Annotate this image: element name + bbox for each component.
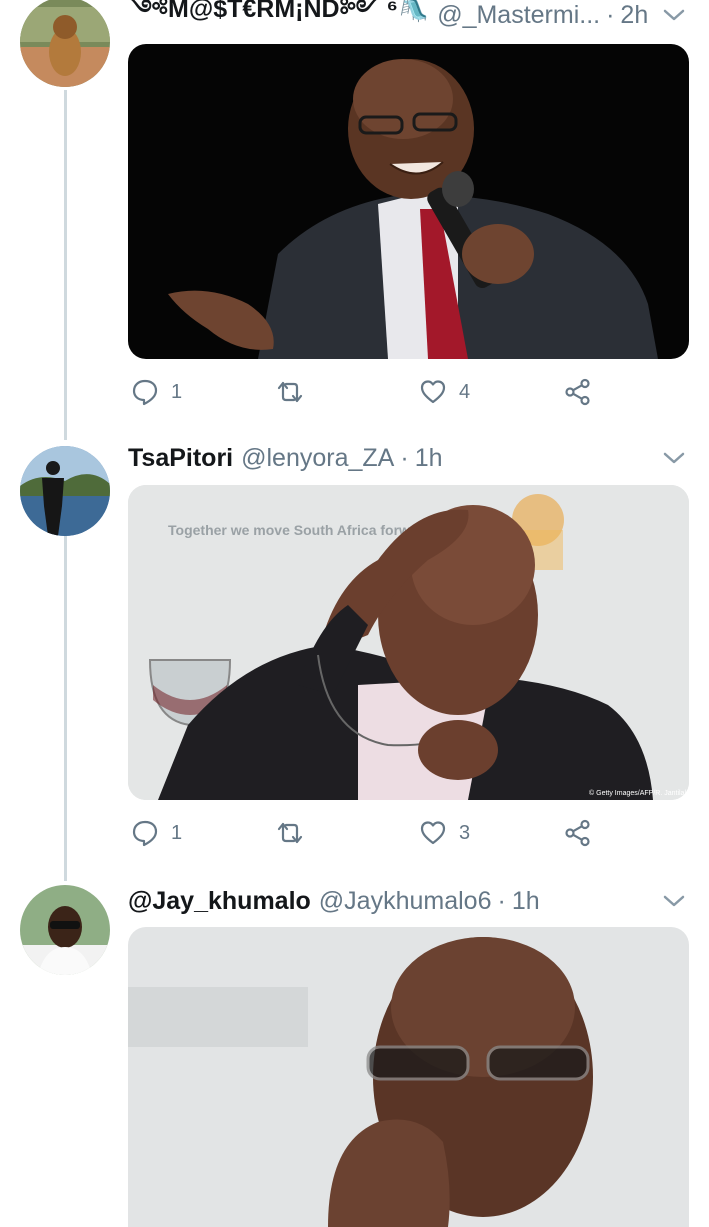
handle[interactable]: @lenyora_ZA bbox=[241, 444, 394, 473]
reply-icon[interactable] bbox=[131, 378, 159, 406]
avatar[interactable] bbox=[20, 0, 110, 87]
tweet[interactable]: ༺M@$T€RM¡ND༻ ⁶🛝 @_Mastermi... · 2h 1 4 bbox=[0, 0, 709, 430]
display-name[interactable]: TsaPitori bbox=[128, 444, 233, 473]
reply-action[interactable]: 1 bbox=[131, 372, 182, 412]
reply-action[interactable]: 1 bbox=[131, 813, 182, 853]
chevron-down-icon[interactable] bbox=[661, 445, 687, 471]
like-count: 4 bbox=[459, 380, 471, 403]
share-action[interactable] bbox=[564, 372, 592, 412]
share-action[interactable] bbox=[564, 813, 592, 853]
like-icon[interactable] bbox=[419, 819, 447, 847]
retweet-action[interactable] bbox=[274, 813, 306, 853]
timestamp[interactable]: 2h bbox=[620, 1, 648, 30]
tweet[interactable]: TsaPitori @lenyora_ZA · 1h Together we m… bbox=[0, 440, 709, 870]
tweet-header: @Jay_khumalo @Jaykhumalo6 · 1h bbox=[128, 883, 689, 919]
like-count: 3 bbox=[459, 821, 471, 844]
avatar[interactable] bbox=[20, 446, 110, 536]
reply-count: 1 bbox=[171, 821, 183, 844]
tweet-header: ༺M@$T€RM¡ND༻ ⁶🛝 @_Mastermi... · 2h bbox=[128, 0, 689, 33]
tweet-actions: 1 3 bbox=[128, 813, 598, 853]
tweet-actions: 1 4 bbox=[128, 372, 598, 412]
photo-credit: © Getty Images/AFP/R. Jantilal bbox=[589, 789, 686, 797]
retweet-action[interactable] bbox=[274, 372, 306, 412]
retweet-icon[interactable] bbox=[274, 819, 306, 847]
display-name[interactable]: ༺M@$T€RM¡ND༻ ⁶🛝 bbox=[128, 0, 429, 33]
retweet-icon[interactable] bbox=[274, 378, 306, 406]
tweet[interactable]: @Jay_khumalo @Jaykhumalo6 · 1h bbox=[0, 880, 709, 1227]
share-icon[interactable] bbox=[564, 378, 592, 406]
tweet-image[interactable] bbox=[128, 44, 689, 359]
handle[interactable]: @Jaykhumalo6 bbox=[319, 887, 492, 916]
avatar[interactable] bbox=[20, 885, 110, 975]
tweet-image[interactable] bbox=[128, 927, 689, 1227]
share-icon[interactable] bbox=[564, 819, 592, 847]
tweet-image[interactable]: Together we move South Africa forward © … bbox=[128, 485, 689, 800]
reply-count: 1 bbox=[171, 380, 183, 403]
display-name[interactable]: @Jay_khumalo bbox=[128, 887, 311, 916]
like-action[interactable]: 4 bbox=[419, 372, 470, 412]
like-action[interactable]: 3 bbox=[419, 813, 470, 853]
handle[interactable]: @_Mastermi... bbox=[437, 1, 600, 30]
chevron-down-icon[interactable] bbox=[661, 888, 687, 914]
timestamp[interactable]: 1h bbox=[415, 444, 443, 473]
reply-icon[interactable] bbox=[131, 819, 159, 847]
tweet-header: TsaPitori @lenyora_ZA · 1h bbox=[128, 440, 689, 476]
separator-dot: · bbox=[606, 0, 615, 29]
separator-dot: · bbox=[400, 443, 409, 472]
separator-dot: · bbox=[497, 886, 506, 915]
chevron-down-icon[interactable] bbox=[661, 2, 687, 28]
timestamp[interactable]: 1h bbox=[512, 887, 540, 916]
banner-text: Together we move South Africa forward bbox=[168, 522, 432, 538]
like-icon[interactable] bbox=[419, 378, 447, 406]
